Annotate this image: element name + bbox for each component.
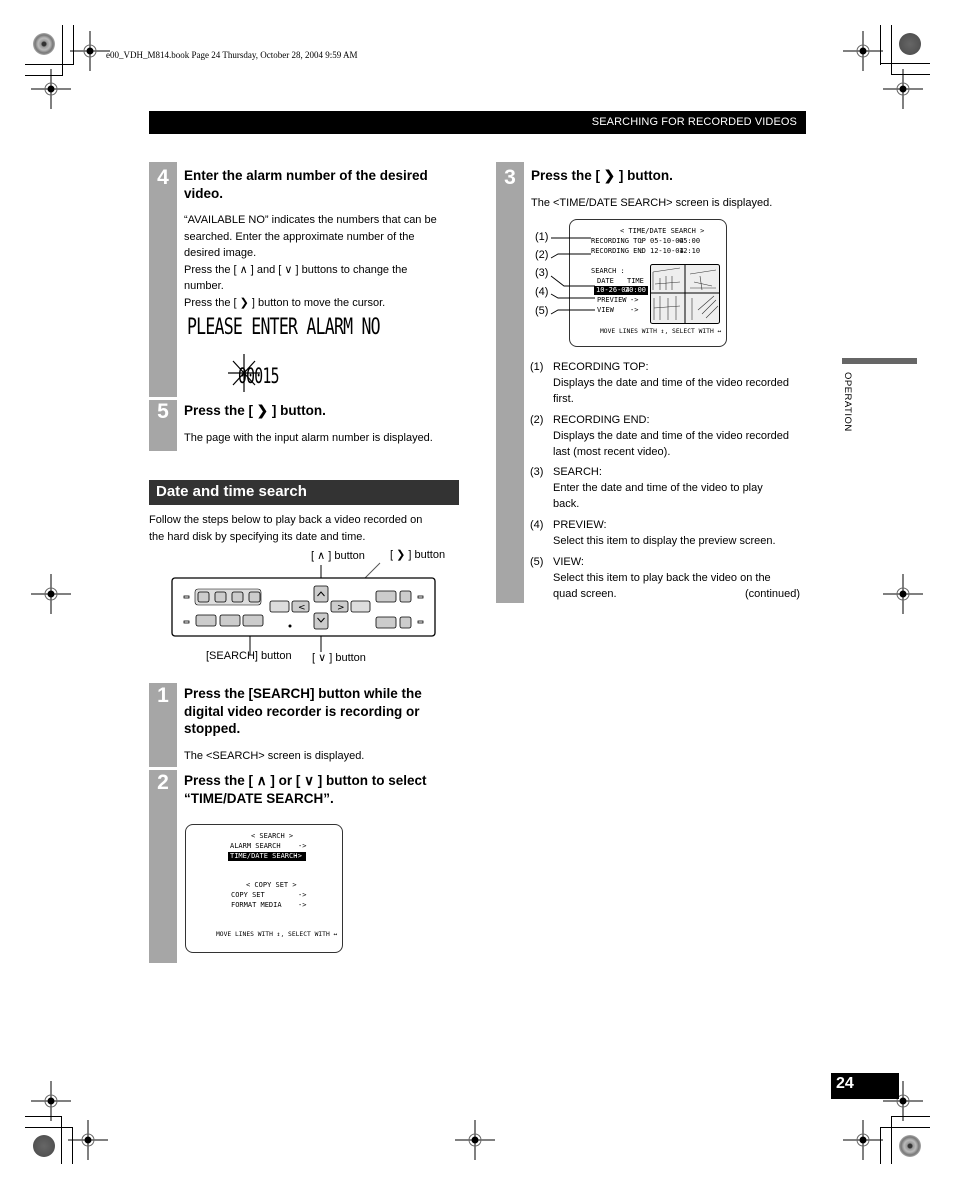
page-number-box: 24: [831, 1073, 899, 1099]
step-3-bar: [496, 162, 524, 603]
callout-marker-4: (4): [535, 286, 549, 298]
step-5-text: The page with the input alarm number is …: [184, 432, 433, 444]
registration-rosette-icon: [899, 1135, 921, 1157]
menu-item-format-media: FORMAT MEDIA: [231, 901, 282, 909]
print-info: e00_VDH_M814.book Page 24 Thursday, Octo…: [106, 50, 358, 60]
header-title: SEARCHING FOR RECORDED VIDEOS: [591, 116, 797, 128]
step-4-title: Enter the alarm number of the desired vi…: [184, 168, 428, 201]
section-title: Date and time search: [156, 483, 307, 500]
menu-item-copy-set: COPY SET: [231, 891, 265, 899]
continued-note: (continued): [745, 588, 801, 600]
step-2-number: 2: [157, 771, 169, 794]
menu-item-time-date-search: TIME/DATE SEARCH ->: [228, 852, 306, 861]
page-number: 24: [836, 1075, 854, 1092]
crosshair-icon: [883, 574, 923, 614]
search-screen-footer: MOVE LINES WITH ↕, SELECT WITH ↔: [216, 931, 338, 938]
step-5-number: 5: [157, 400, 169, 423]
crosshair-icon: [883, 69, 923, 109]
side-tab-label: OPERATION: [842, 372, 853, 432]
step-2-title: Press the [ ∧ ] or [ ∨ ] button to selec…: [184, 773, 427, 806]
search-date-time-field: 10-26-04 20:00: [594, 286, 648, 295]
section-header-bar: SEARCHING FOR RECORDED VIDEOS: [149, 111, 806, 134]
side-tab-bar: [842, 358, 917, 364]
svg-text:<: <: [298, 603, 306, 613]
crosshair-icon: [455, 1120, 495, 1160]
registration-rosette-icon: [33, 33, 55, 55]
callout-marker-3: (3): [535, 267, 549, 279]
callout-marker-2: (2): [535, 249, 549, 261]
preview-item: PREVIEW: [597, 296, 627, 304]
step-4-number: 4: [157, 166, 169, 189]
search-screen: < SEARCH > ALARM SEARCH -> TIME/DATE SEA…: [185, 824, 343, 953]
quad-preview-thumbnail: [650, 264, 720, 324]
step-3-number: 3: [504, 166, 516, 189]
crosshair-icon: [31, 69, 71, 109]
step-3-text: The <TIME/DATE SEARCH> screen is display…: [531, 197, 773, 209]
step-4-bar: [149, 162, 177, 397]
crosshair-icon: [70, 31, 110, 71]
crosshair-icon: [31, 574, 71, 614]
step-4-text: “AVAILABLE NO” indicates the numbers tha…: [184, 214, 437, 309]
alarm-number-value: 00015: [238, 364, 279, 388]
section-intro: Follow the steps below to play back a vi…: [149, 514, 423, 543]
step-5-title: Press the [ ❯ ] button.: [184, 403, 326, 418]
step-1-number: 1: [157, 684, 169, 707]
svg-text:>: >: [337, 603, 345, 613]
crosshair-icon: [31, 1081, 71, 1121]
crosshair-icon: [843, 1120, 883, 1160]
step-3-title: Press the [ ❯ ] button.: [531, 168, 673, 183]
time-date-heading: < TIME/DATE SEARCH >: [620, 227, 705, 235]
panel-drawing: < >: [171, 562, 436, 655]
search-screen-heading: < SEARCH >: [251, 832, 294, 840]
registration-rosette-icon: [33, 1135, 55, 1157]
callout-marker-1: (1): [535, 231, 549, 243]
registration-rosette-icon: [899, 33, 921, 55]
step-1-title: Press the [SEARCH] button while the digi…: [184, 686, 422, 736]
copy-set-heading: < COPY SET >: [246, 881, 297, 889]
step-2-bar: [149, 770, 177, 963]
crosshair-icon: [68, 1120, 108, 1160]
time-header: TIME: [627, 277, 644, 285]
alarm-prompt-display: PLEASE ENTER ALARM NO: [187, 315, 381, 340]
step-1-text: The <SEARCH> screen is displayed.: [184, 750, 365, 762]
callout-marker-5: (5): [535, 305, 549, 317]
time-date-footer: MOVE LINES WITH ↕, SELECT WITH ↔: [600, 328, 722, 335]
menu-item-alarm-search: ALARM SEARCH: [230, 842, 281, 850]
section-title-bar: Date and time search: [149, 480, 459, 505]
crosshair-icon: [843, 31, 883, 71]
callout-leader-lines: [550, 237, 595, 315]
